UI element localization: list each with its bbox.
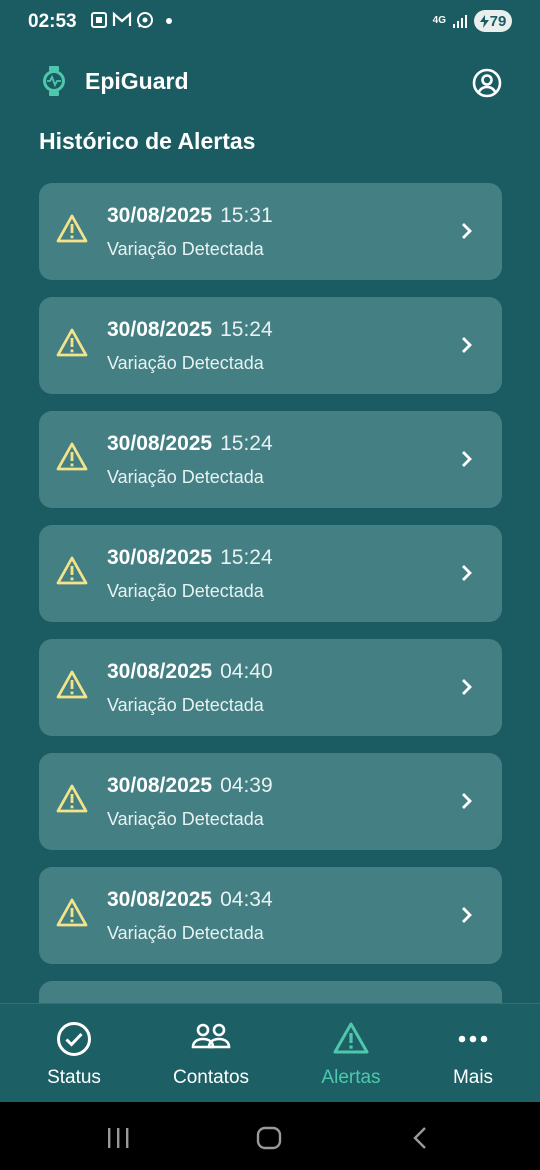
nav-mais[interactable]: Mais <box>413 1004 533 1103</box>
alert-description: Variação Detectada <box>107 239 264 259</box>
alert-card[interactable]: 30/08/2025 15:24 Variação Detectada <box>39 525 502 622</box>
chevron-right-icon <box>462 337 472 353</box>
battery-level: 79 <box>489 12 507 30</box>
alert-date: 30/08/2025 15:31 <box>107 204 273 228</box>
alert-date: 30/08/2025 15:24 <box>107 546 273 570</box>
status-time: 02:53 <box>28 11 77 32</box>
more-icon <box>458 1035 488 1043</box>
status-right: 4G 79 <box>433 10 512 32</box>
chevron-right-icon <box>462 793 472 809</box>
alert-description: Variação Detectada <box>107 467 264 487</box>
alert-date-value: 30/08/2025 <box>107 546 213 569</box>
nav-contatos[interactable]: Contatos <box>151 1004 271 1103</box>
alert-date-value: 30/08/2025 <box>107 318 213 341</box>
charging-icon <box>479 14 489 28</box>
alert-card[interactable]: 30/08/2025 15:31 Variação Detectada <box>39 183 502 280</box>
warning-icon <box>56 214 88 243</box>
signal-icon <box>453 15 467 28</box>
chevron-right-icon <box>462 451 472 467</box>
alert-time: 15:24 <box>220 546 273 569</box>
warning-icon <box>56 328 88 357</box>
contacts-icon <box>191 1023 231 1049</box>
network-type: 4G <box>432 15 446 26</box>
nav-status-label: Status <box>47 1067 101 1088</box>
alert-date-value: 30/08/2025 <box>107 432 213 455</box>
watch-logo-icon <box>43 66 65 96</box>
alert-time: 04:34 <box>220 888 273 911</box>
page-title: Histórico de Alertas <box>39 128 256 154</box>
app-title: EpiGuard <box>85 68 189 94</box>
nav-mais-label: Mais <box>452 1067 494 1088</box>
battery-indicator: 79 <box>474 10 512 32</box>
alert-description: Variação Detectada <box>107 353 264 373</box>
alert-card-partial[interactable] <box>39 981 502 1003</box>
nav-alertas-label: Alertas <box>321 1067 381 1088</box>
alert-description: Variação Detectada <box>107 923 264 943</box>
chevron-right-icon <box>462 223 472 239</box>
notification-dot <box>166 18 172 24</box>
alert-list[interactable]: 30/08/2025 15:31 Variação Detectada 30/08… <box>39 183 502 1003</box>
alert-date-value: 30/08/2025 <box>107 888 213 911</box>
chevron-right-icon <box>462 565 472 581</box>
alert-time: 15:24 <box>220 318 273 341</box>
account-icon[interactable] <box>471 67 503 99</box>
alert-description: Variação Detectada <box>107 581 264 601</box>
warning-icon <box>56 784 88 813</box>
alert-card[interactable]: 30/08/2025 15:24 Variação Detectada <box>39 297 502 394</box>
alert-date: 30/08/2025 04:34 <box>107 888 273 912</box>
nav-alertas[interactable]: Alertas <box>291 1004 411 1103</box>
warning-icon <box>333 1022 369 1054</box>
status-bar: 02:53 4G 79 <box>0 0 540 44</box>
alert-date: 30/08/2025 04:40 <box>107 660 273 684</box>
alert-time: 04:40 <box>220 660 273 683</box>
alert-card[interactable]: 30/08/2025 04:39 Variação Detectada <box>39 753 502 850</box>
warning-icon <box>56 556 88 585</box>
back-icon[interactable] <box>410 1126 430 1150</box>
system-nav-bar <box>0 1102 540 1170</box>
alert-date-value: 30/08/2025 <box>107 774 213 797</box>
check-circle-icon <box>57 1022 91 1056</box>
alert-card[interactable]: 30/08/2025 04:34 Variação Detectada <box>39 867 502 964</box>
warning-icon <box>56 442 88 471</box>
nav-status[interactable]: Status <box>14 1004 134 1103</box>
alert-description: Variação Detectada <box>107 809 264 829</box>
warning-icon <box>56 898 88 927</box>
nav-contatos-label: Contatos <box>172 1067 250 1088</box>
notification-icons <box>90 11 154 29</box>
alert-time: 04:39 <box>220 774 273 797</box>
alert-time: 15:31 <box>220 204 273 227</box>
alert-card[interactable]: 30/08/2025 15:24 Variação Detectada <box>39 411 502 508</box>
warning-icon <box>56 670 88 699</box>
alert-card[interactable]: 30/08/2025 04:40 Variação Detectada <box>39 639 502 736</box>
chevron-right-icon <box>462 907 472 923</box>
screenshot-icon <box>91 12 107 28</box>
alert-date: 30/08/2025 04:39 <box>107 774 273 798</box>
whatsapp-icon <box>137 12 153 28</box>
chevron-right-icon <box>462 679 472 695</box>
app-bar: EpiGuard <box>0 58 540 106</box>
alert-date: 30/08/2025 15:24 <box>107 432 273 456</box>
alert-date: 30/08/2025 15:24 <box>107 318 273 342</box>
alert-date-value: 30/08/2025 <box>107 660 213 683</box>
alert-description: Variação Detectada <box>107 695 264 715</box>
gmail-icon <box>112 11 132 26</box>
home-icon[interactable] <box>256 1126 282 1150</box>
alert-time: 15:24 <box>220 432 273 455</box>
alert-date-value: 30/08/2025 <box>107 204 213 227</box>
recent-apps-icon[interactable] <box>106 1126 130 1150</box>
bottom-nav: Status Contatos Alertas Mais <box>0 1003 540 1103</box>
